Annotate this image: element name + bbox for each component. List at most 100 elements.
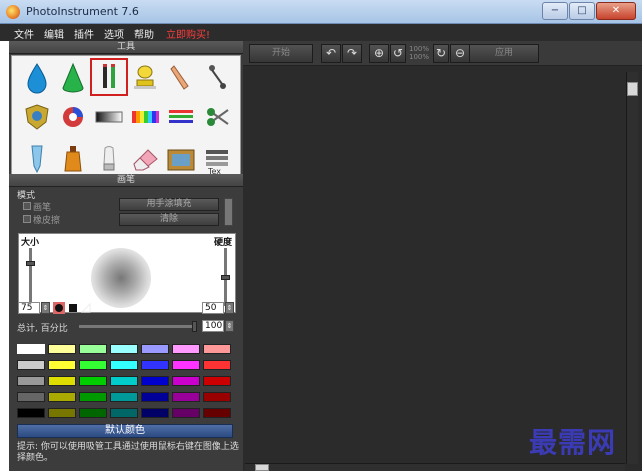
color-swatch[interactable] xyxy=(79,344,107,354)
color-swatch[interactable] xyxy=(110,360,138,370)
eraser-icon[interactable] xyxy=(128,142,162,176)
color-swatch[interactable] xyxy=(172,408,200,418)
hardness-slider-thumb[interactable] xyxy=(221,274,230,280)
color-swatch[interactable] xyxy=(17,360,45,370)
color-wheel-icon[interactable] xyxy=(56,100,90,134)
color-swatch[interactable] xyxy=(48,344,76,354)
color-swatch[interactable] xyxy=(110,376,138,386)
brush-panel-scroll[interactable] xyxy=(224,198,233,226)
color-swatch[interactable] xyxy=(203,360,231,370)
hardness-slider[interactable] xyxy=(221,248,230,306)
color-swatch[interactable] xyxy=(172,392,200,402)
color-swatch[interactable] xyxy=(141,344,169,354)
zoom-rotate-right-icon[interactable]: ↻ xyxy=(433,44,449,63)
minimize-button[interactable]: − xyxy=(542,2,568,20)
zoom-value-b: 100% xyxy=(408,53,429,61)
color-swatch[interactable] xyxy=(141,360,169,370)
zoom-value-a: 100% xyxy=(408,45,429,53)
color-swatch[interactable] xyxy=(141,408,169,418)
default-colors-button[interactable]: 默认颜色 xyxy=(17,424,233,438)
pin-tool-icon[interactable] xyxy=(200,60,234,94)
opacity-label: 总计, 百分比 xyxy=(17,324,68,334)
start-button[interactable]: 开始 xyxy=(249,44,313,63)
color-swatch[interactable] xyxy=(203,344,231,354)
window-title: PhotoInstrument 7.6 xyxy=(26,5,139,18)
menu-edit[interactable]: 编辑 xyxy=(44,26,64,41)
water-drop-icon[interactable] xyxy=(20,60,54,94)
hardness-spinner[interactable]: ⇕ xyxy=(225,302,234,314)
picture-frame-icon[interactable] xyxy=(164,142,198,176)
color-swatch[interactable] xyxy=(17,408,45,418)
color-swatch[interactable] xyxy=(48,360,76,370)
size-slider-thumb[interactable] xyxy=(26,261,35,267)
horizontal-scroll-thumb[interactable] xyxy=(255,464,269,471)
menu-file[interactable]: 文件 xyxy=(14,26,34,41)
menu-plugins[interactable]: 插件 xyxy=(74,26,94,41)
workspace: 开始 ↶ ↷ ⊕ ↺ 100% 100% ↻ ⊖ 应用 最需网 xyxy=(243,41,642,471)
undo-arrow-icon[interactable]: ↶ xyxy=(321,44,341,63)
redo-arrow-icon[interactable]: ↷ xyxy=(342,44,362,63)
menu-options[interactable]: 选项 xyxy=(104,26,124,41)
vertical-scrollbar[interactable] xyxy=(626,72,638,464)
square-brush-icon[interactable] xyxy=(67,302,79,314)
color-swatch[interactable] xyxy=(79,360,107,370)
color-swatch[interactable] xyxy=(203,392,231,402)
fill-by-hand-button[interactable]: 用手涂填充 xyxy=(119,198,219,211)
cone-icon[interactable] xyxy=(56,60,90,94)
pipette-icon[interactable] xyxy=(20,142,54,176)
lightbulb-icon[interactable] xyxy=(92,142,126,176)
color-swatch[interactable] xyxy=(79,376,107,386)
color-swatch[interactable] xyxy=(48,376,76,386)
custom-brush-icon[interactable] xyxy=(80,302,92,314)
restore-button[interactable]: □ xyxy=(569,2,595,20)
clone-scissors-icon[interactable] xyxy=(200,100,234,134)
zoom-rotate-left-icon[interactable]: ↺ xyxy=(390,44,406,63)
close-button[interactable]: ✕ xyxy=(596,2,636,20)
opacity-slider[interactable] xyxy=(79,321,197,332)
gradient-icon[interactable] xyxy=(92,100,126,134)
zoom-in-icon[interactable]: ⊕ xyxy=(369,44,389,63)
zoom-out-icon[interactable]: ⊖ xyxy=(450,44,470,63)
color-swatch[interactable] xyxy=(17,376,45,386)
size-input[interactable]: 75 xyxy=(18,302,40,314)
color-swatch[interactable] xyxy=(48,408,76,418)
color-swatch[interactable] xyxy=(172,376,200,386)
menu-help[interactable]: 帮助 xyxy=(134,26,154,41)
color-swatch[interactable] xyxy=(172,360,200,370)
color-swatch[interactable] xyxy=(79,408,107,418)
opacity-input[interactable]: 100 xyxy=(202,320,224,332)
vertical-scroll-thumb[interactable] xyxy=(627,82,638,96)
round-brush-icon[interactable] xyxy=(53,302,65,314)
hardness-input[interactable]: 50 xyxy=(202,302,224,314)
stamp-icon[interactable] xyxy=(128,60,162,94)
lines-icon[interactable] xyxy=(164,100,198,134)
size-slider[interactable] xyxy=(26,248,35,306)
color-swatch[interactable] xyxy=(110,408,138,418)
color-swatch[interactable] xyxy=(110,344,138,354)
opacity-slider-thumb[interactable] xyxy=(192,321,197,332)
color-swatch[interactable] xyxy=(203,408,231,418)
apply-button[interactable]: 应用 xyxy=(469,44,539,63)
brush-mode-checkbox[interactable] xyxy=(23,202,31,210)
eraser-mode-checkbox[interactable] xyxy=(23,215,31,223)
brush-tool-icon[interactable] xyxy=(90,58,128,96)
clear-button[interactable]: 清除 xyxy=(119,213,219,226)
size-spinner[interactable]: ⇕ xyxy=(41,302,50,314)
color-swatch[interactable] xyxy=(17,392,45,402)
color-swatch[interactable] xyxy=(79,392,107,402)
color-swatch[interactable] xyxy=(172,344,200,354)
color-swatch[interactable] xyxy=(203,376,231,386)
color-swatch[interactable] xyxy=(141,392,169,402)
color-swatch[interactable] xyxy=(141,376,169,386)
color-swatch[interactable] xyxy=(110,392,138,402)
smudge-finger-icon[interactable] xyxy=(164,60,198,94)
shield-icon[interactable] xyxy=(20,100,54,134)
color-swatch[interactable] xyxy=(48,392,76,402)
horizontal-scrollbar[interactable] xyxy=(245,463,625,471)
text-layers-icon[interactable]: Tex xyxy=(200,142,234,176)
bottle-icon[interactable] xyxy=(56,142,90,176)
color-bars-icon[interactable] xyxy=(128,100,162,134)
color-swatch[interactable] xyxy=(17,344,45,354)
opacity-spinner[interactable]: ⇕ xyxy=(225,320,234,332)
buy-now-link[interactable]: 立即购买! xyxy=(166,26,210,41)
